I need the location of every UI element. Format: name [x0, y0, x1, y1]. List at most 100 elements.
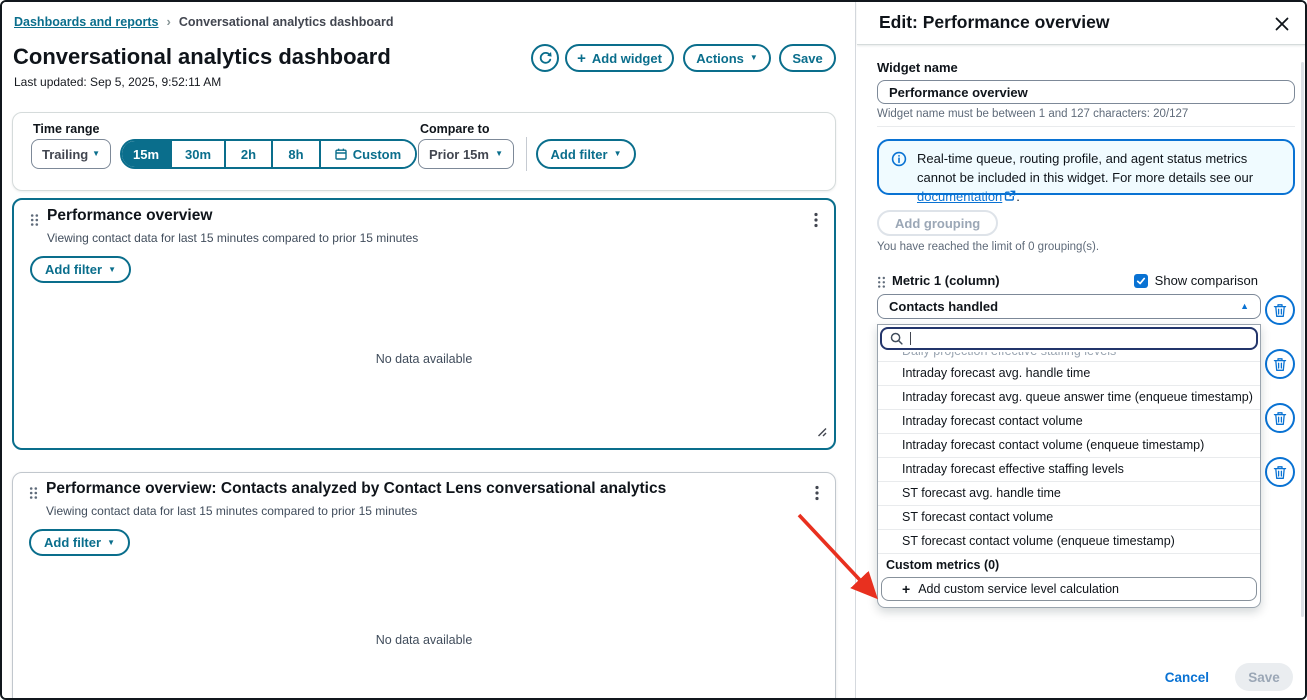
save-dashboard-button[interactable]: Save: [779, 44, 836, 72]
delete-metric-1-button[interactable]: [1265, 295, 1295, 325]
trailing-select[interactable]: Trailing ▼: [31, 139, 111, 169]
trash-icon: [1273, 465, 1287, 480]
caret-down-icon: ▼: [750, 54, 758, 62]
checkbox-checked-icon: [1134, 274, 1148, 288]
drag-handle-icon[interactable]: [29, 486, 38, 505]
custom-metrics-section-label: Custom metrics (0): [878, 553, 1260, 575]
dashboard-region: Dashboards and reports › Conversational …: [2, 2, 855, 698]
caret-down-icon: ▼: [107, 539, 115, 547]
external-link-icon: [1004, 188, 1016, 207]
save-widget-button[interactable]: Save: [1235, 663, 1293, 691]
trash-icon: [1273, 411, 1287, 426]
metric-1-label: Metric 1 (column): [892, 273, 1000, 288]
drag-handle-icon[interactable]: [30, 213, 39, 232]
last-updated-text: Last updated: Sep 5, 2025, 9:52:11 AM: [14, 75, 221, 89]
dropdown-item-clipped[interactable]: Daily projection effective staffing leve…: [878, 352, 1260, 361]
widget-name-help-text: Widget name must be between 1 and 127 ch…: [877, 108, 1188, 120]
breadcrumb: Dashboards and reports › Conversational …: [14, 14, 393, 29]
panel-scrollbar[interactable]: [1301, 62, 1304, 617]
time-range-label: Time range: [33, 122, 99, 136]
show-comparison-checkbox[interactable]: Show comparison: [1134, 273, 1258, 288]
dropdown-item[interactable]: Intraday forecast avg. handle time: [878, 361, 1260, 385]
dropdown-item[interactable]: Intraday forecast contact volume (enqueu…: [878, 433, 1260, 457]
kebab-icon: [815, 485, 819, 501]
widget-title: Performance overview: Contacts analyzed …: [46, 480, 666, 498]
widget-menu-button[interactable]: [811, 481, 823, 508]
edit-panel-title: Edit: Performance overview: [879, 12, 1110, 33]
metric-search-box[interactable]: [880, 327, 1258, 350]
empty-state-text: No data available: [14, 352, 834, 366]
caret-down-icon: ▼: [614, 150, 622, 158]
dropdown-item[interactable]: ST forecast contact volume: [878, 505, 1260, 529]
metric-search-input[interactable]: [918, 331, 1248, 347]
segment-2h[interactable]: 2h: [226, 141, 273, 167]
trash-icon: [1273, 357, 1287, 372]
widget-name-input[interactable]: [877, 80, 1295, 104]
segment-8h[interactable]: 8h: [273, 141, 321, 167]
actions-button[interactable]: Actions ▼: [683, 44, 771, 72]
delete-metric-4-button[interactable]: [1265, 457, 1295, 487]
caret-down-icon: ▼: [495, 150, 503, 158]
widget-performance-overview-contact-lens: Performance overview: Contacts analyzed …: [12, 472, 836, 700]
segment-15m[interactable]: 15m: [122, 141, 172, 167]
widget-performance-overview: Performance overview Viewing contact dat…: [12, 198, 836, 450]
dropdown-item[interactable]: ST forecast contact volume (enqueue time…: [878, 529, 1260, 553]
app-window: Dashboards and reports › Conversational …: [0, 0, 1307, 700]
info-alert-text: Real-time queue, routing profile, and ag…: [917, 149, 1283, 207]
widget-subtitle: Viewing contact data for last 15 minutes…: [47, 231, 418, 245]
add-widget-button[interactable]: + Add widget: [565, 44, 674, 72]
widget-add-filter-button[interactable]: Add filter ▼: [30, 256, 131, 283]
dropdown-item[interactable]: ST forecast avg. handle time: [878, 481, 1260, 505]
delete-metric-2-button[interactable]: [1265, 349, 1295, 379]
section-divider: [877, 126, 1295, 127]
close-panel-button[interactable]: [1269, 11, 1295, 37]
add-filter-button[interactable]: Add filter ▼: [536, 139, 636, 169]
info-icon: [891, 151, 907, 172]
breadcrumb-chevron-icon: ›: [166, 14, 170, 29]
edit-panel-header: Edit: Performance overview: [857, 2, 1307, 45]
refresh-button[interactable]: [531, 44, 559, 72]
segment-30m[interactable]: 30m: [172, 141, 226, 167]
info-alert: Real-time queue, routing profile, and ag…: [877, 139, 1295, 195]
page-title: Conversational analytics dashboard: [13, 44, 391, 70]
metric-select-trigger[interactable]: Contacts handled ▲: [877, 294, 1261, 319]
kebab-icon: [814, 212, 818, 228]
show-comparison-label: Show comparison: [1155, 273, 1258, 288]
widget-add-filter-button[interactable]: Add filter ▼: [29, 529, 130, 556]
split-divider: [855, 2, 856, 698]
resize-handle-icon[interactable]: [815, 424, 827, 442]
segment-custom[interactable]: Custom: [321, 141, 415, 167]
grouping-limit-help-text: You have reached the limit of 0 grouping…: [877, 241, 1099, 253]
compare-to-select[interactable]: Prior 15m ▼: [418, 139, 514, 169]
time-range-card: Time range Trailing ▼ 15m 30m 2h 8h Cu: [12, 112, 836, 191]
empty-state-text: No data available: [13, 633, 835, 647]
dropdown-item[interactable]: Intraday forecast effective staffing lev…: [878, 457, 1260, 481]
widget-subtitle: Viewing contact data for last 15 minutes…: [46, 504, 417, 518]
close-icon: [1274, 16, 1290, 32]
time-range-segmented-control: 15m 30m 2h 8h Custom: [120, 139, 417, 169]
breadcrumb-link-dashboards-and-reports[interactable]: Dashboards and reports: [14, 15, 158, 29]
trash-icon: [1273, 303, 1287, 318]
metric-dropdown: Daily projection effective staffing leve…: [877, 324, 1261, 608]
dropdown-item[interactable]: Intraday forecast contact volume: [878, 409, 1260, 433]
add-custom-service-level-button[interactable]: + Add custom service level calculation: [881, 577, 1257, 601]
delete-metric-3-button[interactable]: [1265, 403, 1295, 433]
caret-down-icon: ▼: [108, 266, 116, 274]
widget-menu-button[interactable]: [810, 208, 822, 235]
widget-name-label: Widget name: [877, 60, 958, 75]
dropdown-item[interactable]: Intraday forecast avg. queue answer time…: [878, 385, 1260, 409]
caret-up-icon: ▲: [1240, 302, 1249, 311]
compare-to-label: Compare to: [420, 122, 489, 136]
calendar-icon: [335, 148, 347, 160]
plus-icon: +: [577, 51, 586, 66]
breadcrumb-current: Conversational analytics dashboard: [179, 15, 394, 29]
text-cursor: [910, 332, 911, 345]
edit-panel: Edit: Performance overview Widget name W…: [857, 2, 1307, 698]
caret-down-icon: ▼: [92, 150, 100, 158]
widget-title: Performance overview: [47, 207, 212, 225]
cancel-button[interactable]: Cancel: [1165, 670, 1209, 685]
documentation-link[interactable]: documentation: [917, 189, 1002, 204]
metric-drag-handle-icon[interactable]: [877, 276, 886, 294]
add-grouping-button[interactable]: Add grouping: [877, 210, 998, 236]
toolbar-divider: [526, 137, 527, 171]
